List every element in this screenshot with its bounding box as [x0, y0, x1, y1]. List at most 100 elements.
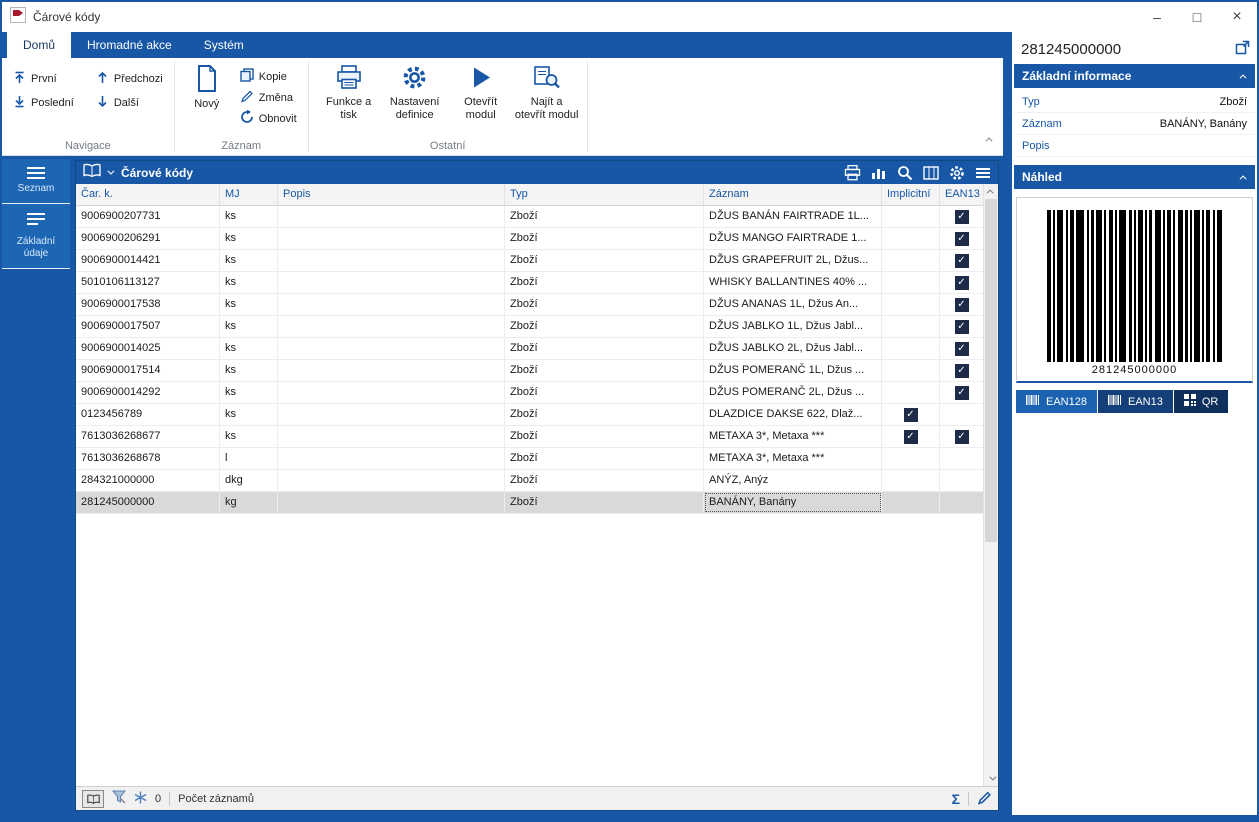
table-row[interactable]: 9006900017538 ks Zboží DŽUS ANANAS 1L, Džus…: [76, 294, 983, 316]
refresh-button[interactable]: Obnovit: [237, 109, 300, 127]
field-row-zaznam[interactable]: Záznam BANÁNY, Banány: [1014, 113, 1255, 135]
implicitni-checkbox-cell[interactable]: [882, 470, 940, 491]
implicitni-checkbox-cell[interactable]: [882, 338, 940, 359]
column-header-mj[interactable]: MJ: [220, 184, 278, 205]
ean13-checkbox-cell[interactable]: ✓: [940, 294, 983, 315]
sidebar-item-seznam[interactable]: Seznam: [2, 159, 70, 204]
ribbon-collapse-button[interactable]: [985, 129, 993, 147]
copy-button[interactable]: Kopie: [237, 68, 300, 85]
column-header-ean13[interactable]: EAN13: [940, 184, 983, 205]
chart-icon[interactable]: [871, 164, 887, 182]
definition-settings-button[interactable]: Nastavení definice: [383, 62, 447, 121]
ean128-button[interactable]: EAN128: [1016, 390, 1097, 413]
functions-print-button[interactable]: Funkce a tisk: [317, 62, 381, 121]
pencil-icon: [240, 89, 254, 106]
ean13-checkbox-cell[interactable]: ✓: [940, 206, 983, 227]
open-module-button[interactable]: Otevřít modul: [449, 62, 513, 121]
search-settings-icon[interactable]: [897, 164, 913, 182]
minimize-button[interactable]: –: [1137, 2, 1177, 32]
first-record-button[interactable]: První: [10, 68, 77, 90]
column-header-typ[interactable]: Typ: [505, 184, 704, 205]
scroll-down-icon[interactable]: [984, 771, 998, 786]
implicitni-checkbox-cell[interactable]: [882, 228, 940, 249]
column-header-implicitni[interactable]: Implicitní: [882, 184, 940, 205]
ean13-checkbox-cell[interactable]: ✓: [940, 338, 983, 359]
implicitni-checkbox-cell[interactable]: [882, 492, 940, 513]
filter-icon[interactable]: [111, 790, 127, 807]
implicitni-checkbox-cell[interactable]: [882, 272, 940, 293]
qr-button[interactable]: QR: [1173, 390, 1229, 413]
previous-record-button[interactable]: Předchozi: [93, 68, 166, 90]
new-record-button[interactable]: Nový: [183, 62, 231, 111]
sidebar-item-zakladni-udaje[interactable]: Základní údaje: [2, 203, 70, 269]
table-row[interactable]: 0123456789 ks Zboží DLAZDICE DAKSE 622, Dla…: [76, 404, 983, 426]
table-row[interactable]: 9006900014292 ks Zboží DŽUS POMERANČ 2L, Dž…: [76, 382, 983, 404]
implicitni-checkbox-cell[interactable]: [882, 360, 940, 381]
next-record-button[interactable]: Další: [93, 92, 166, 114]
implicitni-checkbox-cell[interactable]: [882, 294, 940, 315]
tab-domu[interactable]: Domů: [7, 32, 72, 58]
ean13-checkbox-cell[interactable]: [940, 492, 983, 513]
menu-icon[interactable]: [975, 164, 991, 182]
ean13-checkbox-cell[interactable]: [940, 448, 983, 469]
ean13-button[interactable]: EAN13: [1097, 390, 1173, 413]
table-row[interactable]: 281245000000 kg Zboží BANÁNY, Banány: [76, 492, 983, 514]
table-row[interactable]: 9006900014421 ks Zboží DŽUS GRAPEFRUIT 2L, …: [76, 250, 983, 272]
maximize-button[interactable]: □: [1177, 2, 1217, 32]
print-icon[interactable]: [844, 164, 861, 182]
section-header-nahled[interactable]: Náhled: [1014, 165, 1255, 189]
table-row[interactable]: 7613036268678 l Zboží METAXA 3*, Metaxa ***: [76, 448, 983, 470]
find-open-module-button[interactable]: Najít a otevřít modul: [515, 62, 579, 121]
implicitni-checkbox-cell[interactable]: ✓: [882, 404, 940, 425]
implicitni-checkbox-cell[interactable]: [882, 382, 940, 403]
popout-icon[interactable]: [1235, 40, 1250, 60]
tab-hromadne-akce[interactable]: Hromadné akce: [71, 32, 188, 58]
ean13-checkbox-cell[interactable]: [940, 404, 983, 425]
implicitni-checkbox-cell[interactable]: [882, 206, 940, 227]
table-row[interactable]: 9006900017514 ks Zboží DŽUS POMERANČ 1L, Dž…: [76, 360, 983, 382]
ean13-checkbox-cell[interactable]: ✓: [940, 272, 983, 293]
sum-icon[interactable]: Σ: [952, 792, 960, 806]
table-row[interactable]: 7613036268677 ks Zboží METAXA 3*, Metaxa **…: [76, 426, 983, 448]
implicitni-checkbox-cell[interactable]: [882, 316, 940, 337]
column-header-popis[interactable]: Popis: [278, 184, 505, 205]
edit-cell-icon[interactable]: [977, 790, 992, 808]
vertical-scrollbar[interactable]: [983, 184, 998, 786]
table-row[interactable]: 9006900017507 ks Zboží DŽUS JABLKO 1L, Džus…: [76, 316, 983, 338]
field-row-typ[interactable]: Typ Zboží: [1014, 91, 1255, 113]
table-row[interactable]: 284321000000 dkg Zboží ANÝZ, Anýz: [76, 470, 983, 492]
ean13-checkbox-cell[interactable]: ✓: [940, 360, 983, 381]
ean13-checkbox-cell[interactable]: [940, 470, 983, 491]
tab-system[interactable]: Systém: [188, 32, 260, 58]
table-row[interactable]: 9006900206291 ks Zboží DŽUS MANGO FAIRTRADE…: [76, 228, 983, 250]
book-icon[interactable]: [83, 163, 101, 183]
ean13-checkbox-cell[interactable]: ✓: [940, 316, 983, 337]
table-row[interactable]: 9006900014025 ks Zboží DŽUS JABLKO 2L, Džus…: [76, 338, 983, 360]
scroll-up-icon[interactable]: [984, 184, 998, 199]
ean13-checkbox-cell[interactable]: ✓: [940, 382, 983, 403]
view-mode-button[interactable]: [82, 789, 104, 808]
collapse-icon[interactable]: [1239, 73, 1247, 81]
ean13-checkbox-cell[interactable]: ✓: [940, 228, 983, 249]
table-row[interactable]: 9006900207731 ks Zboží DŽUS BANÁN FAIRTRADE…: [76, 206, 983, 228]
grid-settings-icon[interactable]: [949, 164, 965, 182]
ean13-checkbox-cell[interactable]: ✓: [940, 426, 983, 447]
freeze-icon[interactable]: [134, 791, 147, 807]
scrollbar-thumb[interactable]: [985, 199, 997, 543]
implicitni-checkbox-cell[interactable]: [882, 250, 940, 271]
implicitni-checkbox-cell[interactable]: ✓: [882, 426, 940, 447]
column-header-car-k[interactable]: Čar. k.: [76, 184, 220, 205]
field-row-popis[interactable]: Popis: [1014, 135, 1255, 157]
edit-button[interactable]: Změna: [237, 89, 300, 106]
column-header-zaznam[interactable]: Záznam: [704, 184, 882, 205]
scrollbar-track[interactable]: [984, 199, 998, 771]
close-button[interactable]: ×: [1217, 2, 1257, 32]
implicitni-checkbox-cell[interactable]: [882, 448, 940, 469]
view-dropdown-icon[interactable]: [107, 167, 115, 175]
section-header-info[interactable]: Základní informace: [1014, 64, 1255, 88]
table-row[interactable]: 5010106113127 ks Zboží WHISKY BALLANTINES 4…: [76, 272, 983, 294]
ean13-checkbox-cell[interactable]: ✓: [940, 250, 983, 271]
last-record-button[interactable]: Poslední: [10, 92, 77, 114]
columns-icon[interactable]: [923, 164, 939, 182]
collapse-icon[interactable]: [1239, 174, 1247, 182]
